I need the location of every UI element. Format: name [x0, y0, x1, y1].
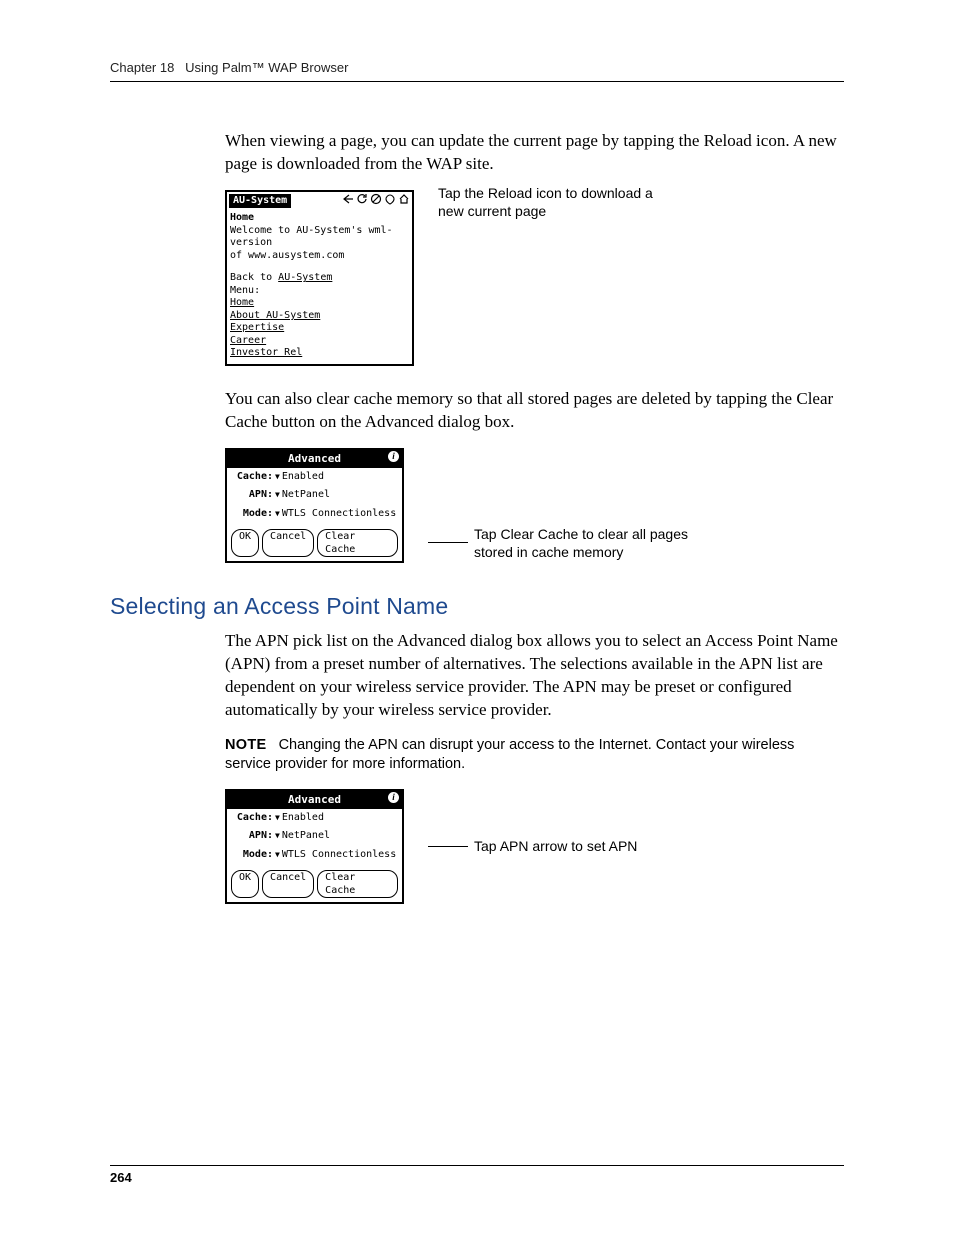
running-header: Chapter 18 Using Palm™ WAP Browser [110, 60, 844, 82]
cache-label: Cache: [231, 471, 273, 484]
dropdown-arrow-icon[interactable]: ▼ [275, 490, 280, 500]
bookmark-icon[interactable] [384, 193, 396, 210]
advanced-dialog-1: Advanced i Cache: ▼ Enabled APN: ▼ NetPa… [225, 448, 404, 563]
figure-wap-browser: AU-System [225, 190, 844, 366]
chapter-label: Chapter 18 [110, 60, 174, 75]
info-icon[interactable]: i [388, 792, 399, 803]
stop-icon[interactable] [370, 193, 382, 210]
note-label: NOTE [225, 737, 266, 753]
apn-label: APN: [231, 489, 273, 502]
adv-row-mode: Mode: ▼ WTLS Connectionless [227, 505, 402, 524]
adv-row-mode: Mode: ▼ WTLS Connectionless [227, 846, 402, 865]
note-text: Changing the APN can disrupt your access… [225, 737, 794, 773]
advanced-dialog-title: Advanced i [227, 450, 402, 468]
dropdown-arrow-icon[interactable]: ▼ [275, 472, 280, 482]
cancel-button[interactable]: Cancel [262, 529, 314, 557]
figure-advanced-clear-cache: Advanced i Cache: ▼ Enabled APN: ▼ NetPa… [225, 448, 844, 563]
wap-header-title: AU-System [229, 194, 291, 209]
paragraph-clear-cache: You can also clear cache memory so that … [225, 388, 844, 434]
adv-row-cache: Cache: ▼ Enabled [227, 468, 402, 487]
wap-welcome-line-2: of www.ausystem.com [230, 250, 409, 263]
advanced-dialog-2: Advanced i Cache: ▼ Enabled APN: ▼ NetPa… [225, 789, 404, 904]
home-icon[interactable] [398, 193, 410, 210]
wap-link-investor[interactable]: Investor Rel [230, 347, 302, 358]
back-icon[interactable] [342, 193, 354, 210]
mode-value[interactable]: WTLS Connectionless [282, 508, 396, 521]
ok-button[interactable]: OK [231, 870, 259, 898]
apn-label: APN: [231, 830, 273, 843]
callout-clear-cache: Tap Clear Cache to clear all pages store… [428, 525, 694, 561]
wap-back-prefix: Back to [230, 272, 278, 283]
mode-label: Mode: [231, 508, 273, 521]
wap-toolbar [342, 193, 410, 210]
wap-page-heading: Home [230, 212, 409, 225]
info-icon[interactable]: i [388, 451, 399, 462]
apn-value[interactable]: NetPanel [282, 830, 330, 843]
apn-value[interactable]: NetPanel [282, 489, 330, 502]
figure-advanced-apn: Advanced i Cache: ▼ Enabled APN: ▼ NetPa… [225, 789, 844, 904]
adv-row-cache: Cache: ▼ Enabled [227, 809, 402, 828]
paragraph-reload: When viewing a page, you can update the … [225, 130, 844, 176]
wap-browser-screenshot: AU-System [225, 190, 414, 366]
callout-reload: Tap the Reload icon to download a new cu… [438, 184, 658, 220]
ok-button[interactable]: OK [231, 529, 259, 557]
clear-cache-button[interactable]: Clear Cache [317, 870, 398, 898]
wap-menu-label: Menu: [230, 285, 409, 298]
mode-label: Mode: [231, 849, 273, 862]
mode-value[interactable]: WTLS Connectionless [282, 849, 396, 862]
advanced-dialog-title: Advanced i [227, 791, 402, 809]
cancel-button[interactable]: Cancel [262, 870, 314, 898]
dropdown-arrow-icon[interactable]: ▼ [275, 850, 280, 860]
reload-icon[interactable] [356, 193, 368, 210]
wap-welcome-line-1: Welcome to AU-System's wml-version [230, 225, 409, 250]
cache-label: Cache: [231, 812, 273, 825]
wap-link-home[interactable]: Home [230, 297, 254, 308]
wap-link-expertise[interactable]: Expertise [230, 322, 284, 333]
cache-value[interactable]: Enabled [282, 471, 324, 484]
wap-body: Home Welcome to AU-System's wml-version … [227, 210, 412, 364]
clear-cache-button[interactable]: Clear Cache [317, 529, 398, 557]
wap-link-career[interactable]: Career [230, 335, 266, 346]
wap-link-about[interactable]: About AU-System [230, 310, 320, 321]
paragraph-apn: The APN pick list on the Advanced dialog… [225, 630, 844, 722]
cache-value[interactable]: Enabled [282, 812, 324, 825]
note-apn: NOTE Changing the APN can disrupt your a… [225, 736, 844, 775]
page-number: 264 [110, 1165, 844, 1185]
adv-row-apn: APN: ▼ NetPanel [227, 486, 402, 505]
section-heading-apn: Selecting an Access Point Name [110, 593, 844, 620]
dropdown-arrow-icon[interactable]: ▼ [275, 831, 280, 841]
adv-row-apn: APN: ▼ NetPanel [227, 827, 402, 846]
callout-apn: Tap APN arrow to set APN [428, 837, 637, 855]
chapter-title: Using Palm™ WAP Browser [185, 60, 348, 75]
dropdown-arrow-icon[interactable]: ▼ [275, 509, 280, 519]
wap-back-link[interactable]: AU-System [278, 272, 332, 283]
dropdown-arrow-icon[interactable]: ▼ [275, 813, 280, 823]
